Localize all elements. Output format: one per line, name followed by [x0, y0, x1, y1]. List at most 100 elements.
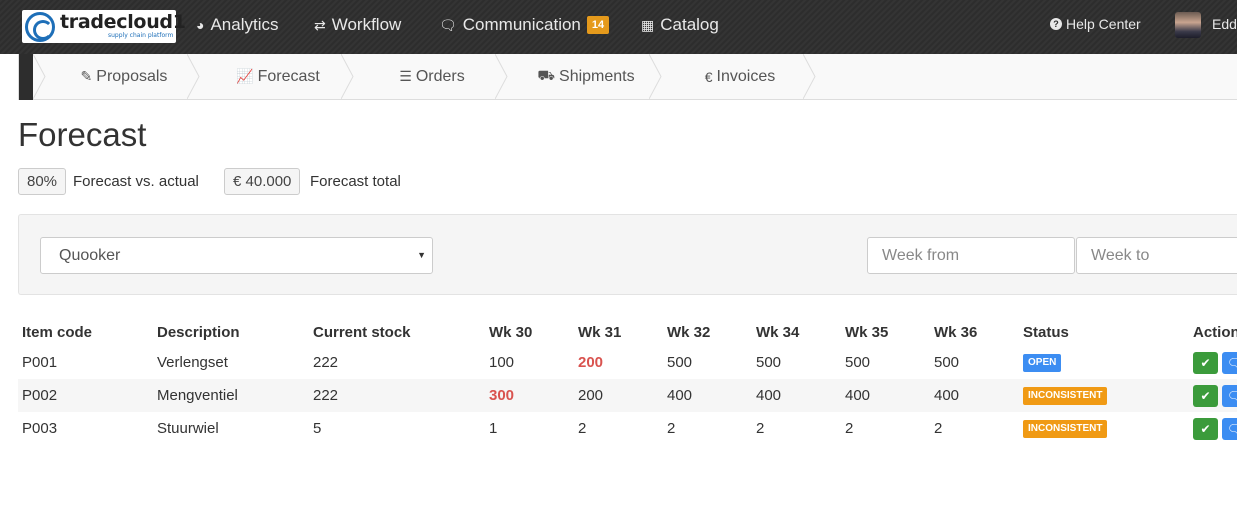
check-icon: ✔	[1200, 356, 1211, 370]
wk36-value: 2	[934, 420, 943, 437]
logo-tagline: supply chain platform	[108, 32, 174, 39]
nav-communication-label: Communication	[462, 15, 581, 34]
wk34-value: 500	[756, 354, 782, 371]
question-circle-icon: ?	[1050, 18, 1062, 30]
wk36-value: 400	[934, 387, 960, 404]
exchange-icon: ⇄	[314, 16, 326, 33]
week-from-input[interactable]: Week from	[867, 237, 1075, 274]
tab-separator	[649, 54, 662, 99]
dashboard-icon: ◕	[196, 17, 205, 33]
section-tabs: ✎ Proposals 📈 Forecast ☰ Orders ⛟ Shipme…	[18, 54, 1237, 100]
check-icon: ✔	[1200, 422, 1211, 436]
supplier-select-value: Quooker	[59, 247, 121, 264]
tradecloud-logo[interactable]: tradecloud1 supply chain platform	[22, 10, 186, 43]
week-to-input[interactable]: Week to	[1076, 237, 1237, 274]
grid-icon: ▦	[641, 16, 655, 33]
table-row: P003 Stuurwiel 5 1 2 2 2 2 2 INCONSISTEN…	[18, 412, 1237, 445]
nav-catalog[interactable]: ▦ Catalog	[641, 14, 719, 36]
col-header-status: Status	[1023, 324, 1069, 341]
edit-icon: ✎	[80, 68, 93, 84]
approve-button[interactable]: ✔	[1193, 352, 1218, 374]
wk32-value: 400	[667, 387, 693, 404]
wk35-value: 500	[845, 354, 871, 371]
tab-orders-label: Orders	[415, 67, 465, 85]
nav-workflow[interactable]: ⇄ Workflow	[314, 14, 401, 36]
subnav-left-strip	[19, 54, 33, 100]
status-badge: INCONSISTENT	[1023, 387, 1108, 405]
wk31-value: 2	[578, 420, 587, 437]
wk30-value: 300	[489, 387, 515, 404]
caret-down-icon: ▼	[417, 250, 426, 260]
line-chart-icon: 📈	[236, 68, 254, 84]
nav-catalog-label: Catalog	[660, 15, 719, 34]
wk34-value: 2	[756, 420, 765, 437]
help-center-link[interactable]: ? Help Center	[1050, 16, 1141, 32]
forecast-total-value: € 40.000	[224, 168, 301, 195]
tab-forecast-label: Forecast	[257, 67, 320, 85]
wk32-value: 500	[667, 354, 693, 371]
tab-shipments[interactable]: ⛟ Shipments	[509, 54, 663, 99]
page-title: Forecast	[18, 116, 147, 153]
item-description: Verlengset	[157, 354, 228, 371]
tab-invoices-label: Invoices	[716, 67, 776, 85]
user-avatar[interactable]	[1175, 12, 1201, 38]
col-header-wk30: Wk 30	[489, 324, 533, 341]
tab-orders[interactable]: ☰ Orders	[355, 54, 509, 99]
table-header-row: Item code Description Current stock Wk 3…	[18, 315, 1237, 348]
wk31-value: 200	[578, 387, 604, 404]
comment-button[interactable]: 🗨	[1222, 385, 1237, 407]
status-badge: INCONSISTENT	[1023, 420, 1108, 438]
logo-text: tradecloud1	[60, 11, 186, 33]
tab-invoices[interactable]: € Invoices	[663, 54, 817, 99]
nav-analytics-label: Analytics	[210, 15, 279, 34]
tab-separator	[33, 54, 46, 99]
tab-shipments-label: Shipments	[559, 67, 635, 85]
item-code: P002	[22, 387, 58, 404]
comment-button[interactable]: 🗨	[1222, 418, 1237, 440]
tab-proposals[interactable]: ✎ Proposals	[47, 54, 201, 99]
col-header-wk35: Wk 35	[845, 324, 889, 341]
col-header-actions: Actions	[1193, 324, 1237, 341]
item-code: P003	[22, 420, 58, 437]
user-name[interactable]: Eddi	[1212, 16, 1237, 32]
wk30-value: 100	[489, 354, 515, 371]
wk32-value: 2	[667, 420, 676, 437]
help-center-label: Help Center	[1066, 16, 1141, 32]
status-badge: OPEN	[1023, 354, 1062, 372]
wk34-value: 400	[756, 387, 782, 404]
tab-forecast[interactable]: 📈 Forecast	[201, 54, 355, 99]
euro-icon: €	[704, 68, 713, 85]
nav-communication[interactable]: 🗨 Communication 14	[439, 14, 610, 36]
tab-separator	[803, 54, 816, 99]
logo-refresh-icon	[25, 12, 55, 42]
table-row: P002 Mengventiel 222 300 200 400 400 400…	[18, 379, 1237, 412]
communication-count-badge: 14	[586, 16, 610, 34]
item-stock: 5	[313, 420, 322, 437]
col-header-current-stock: Current stock	[313, 324, 411, 341]
comment-button[interactable]: 🗨	[1222, 352, 1237, 374]
list-icon: ☰	[399, 68, 412, 84]
wk35-value: 2	[845, 420, 854, 437]
filter-panel: Quooker ▼ Week from Week to	[18, 214, 1237, 295]
col-header-wk34: Wk 34	[756, 324, 800, 341]
col-header-wk31: Wk 31	[578, 324, 622, 341]
wk35-value: 400	[845, 387, 871, 404]
comment-icon: 🗨	[1226, 422, 1237, 436]
wk30-value: 1	[489, 420, 498, 437]
tab-separator	[495, 54, 508, 99]
col-header-item-code: Item code	[22, 324, 93, 341]
truck-icon: ⛟	[537, 67, 556, 83]
item-stock: 222	[313, 387, 339, 404]
approve-button[interactable]: ✔	[1193, 418, 1218, 440]
nav-analytics[interactable]: ◕ Analytics	[196, 14, 279, 36]
approve-button[interactable]: ✔	[1193, 385, 1218, 407]
comment-icon: 🗨	[1226, 389, 1237, 403]
item-description: Mengventiel	[157, 387, 238, 404]
forecast-accuracy-value: 80%	[18, 168, 67, 195]
supplier-select[interactable]: Quooker ▼	[40, 237, 433, 274]
col-header-description: Description	[157, 324, 240, 341]
forecast-total-label: Forecast total	[310, 173, 401, 190]
item-description: Stuurwiel	[157, 420, 219, 437]
table-row: P001 Verlengset 222 100 200 500 500 500 …	[18, 346, 1237, 379]
col-header-wk32: Wk 32	[667, 324, 711, 341]
